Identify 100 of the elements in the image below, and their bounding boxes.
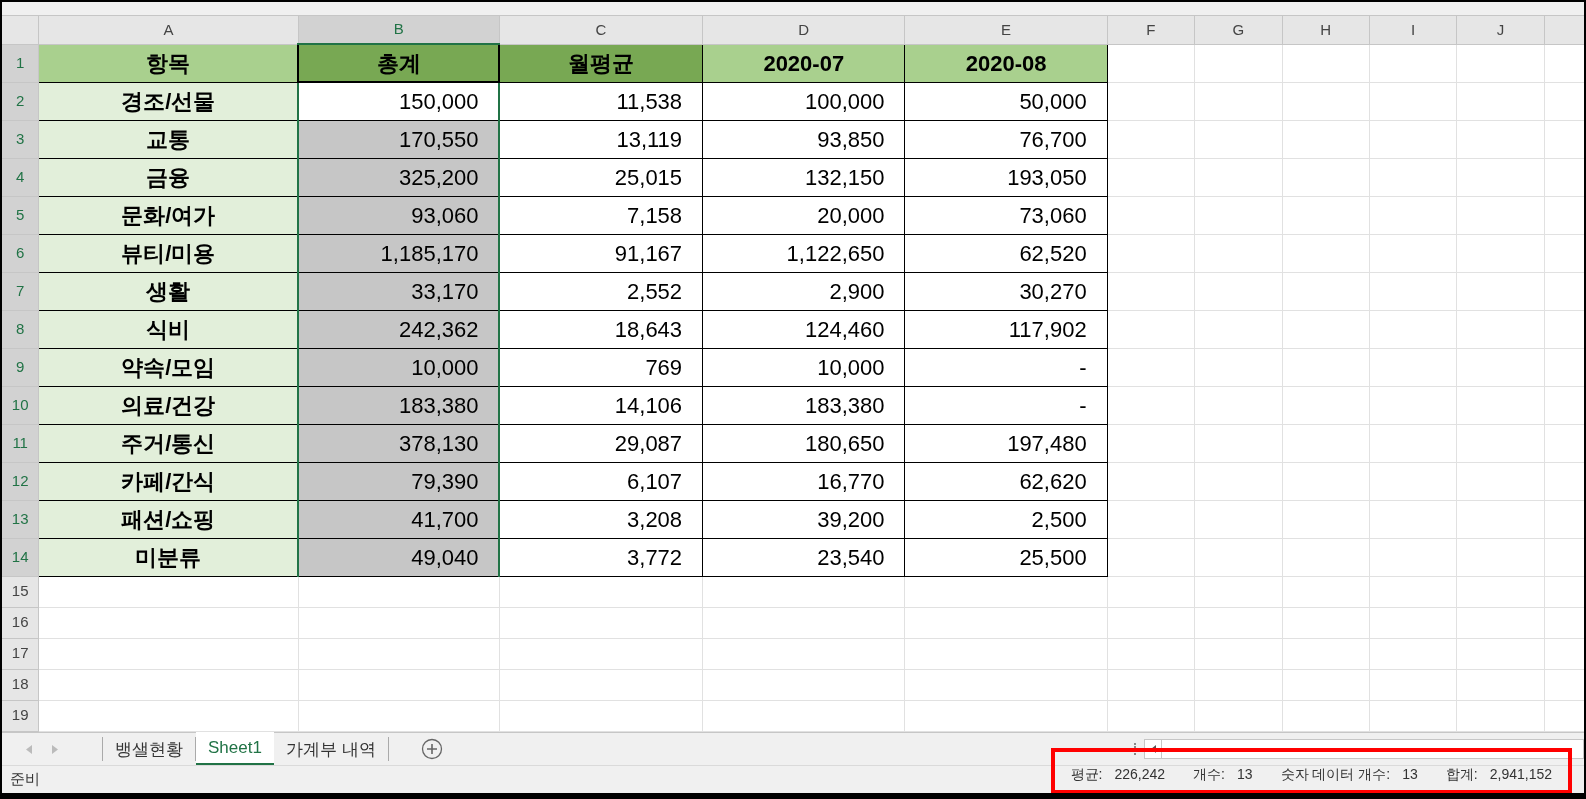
value-cell: 3,772 bbox=[499, 538, 703, 576]
column-header[interactable]: F bbox=[1107, 16, 1195, 44]
category-cell: 생활 bbox=[38, 272, 299, 310]
value-cell: 183,380 bbox=[702, 386, 905, 424]
value-cell: 124,460 bbox=[702, 310, 905, 348]
category-cell: 뷰티/미용 bbox=[38, 234, 299, 272]
stat-label: 개수: bbox=[1193, 764, 1225, 784]
sheet-tab[interactable]: 가계부 내역 bbox=[273, 737, 389, 761]
value-cell: 325,200 bbox=[298, 158, 500, 196]
value-cell: 91,167 bbox=[499, 234, 703, 272]
row-number[interactable]: 7 bbox=[2, 272, 39, 310]
row-number[interactable]: 2 bbox=[2, 82, 39, 120]
column-header[interactable]: C bbox=[499, 16, 703, 44]
value-cell: 30,270 bbox=[904, 272, 1108, 310]
value-cell: 29,087 bbox=[499, 424, 703, 462]
stat-value: 2,941,152 bbox=[1489, 764, 1552, 784]
status-mode: 준비 bbox=[10, 769, 40, 790]
row-number[interactable]: 11 bbox=[2, 424, 39, 462]
value-cell: 23,540 bbox=[702, 538, 905, 576]
column-header[interactable]: I bbox=[1369, 16, 1457, 44]
value-cell: 14,106 bbox=[499, 386, 703, 424]
stat-value: 226,242 bbox=[1114, 764, 1166, 784]
value-cell: 93,060 bbox=[298, 196, 500, 234]
value-cell: 170,550 bbox=[298, 120, 500, 158]
header-cell: 2020-07 bbox=[702, 44, 905, 82]
value-cell: 242,362 bbox=[298, 310, 500, 348]
row-number[interactable]: 13 bbox=[2, 500, 39, 538]
column-header[interactable]: G bbox=[1194, 16, 1282, 44]
value-cell: 18,643 bbox=[499, 310, 703, 348]
value-cell: - bbox=[904, 386, 1108, 424]
value-cell: 25,500 bbox=[904, 538, 1108, 576]
category-cell: 약속/모임 bbox=[38, 348, 299, 386]
row-number[interactable]: 3 bbox=[2, 120, 39, 158]
stat-value: 13 bbox=[1402, 764, 1418, 784]
value-cell: 132,150 bbox=[702, 158, 905, 196]
row-number[interactable]: 12 bbox=[2, 462, 39, 500]
row-number[interactable]: 8 bbox=[2, 310, 39, 348]
value-cell: 180,650 bbox=[702, 424, 905, 462]
column-header[interactable]: J bbox=[1456, 16, 1545, 44]
row-number[interactable]: 16 bbox=[2, 607, 39, 638]
stat-value: 13 bbox=[1237, 764, 1253, 784]
category-cell: 카페/간식 bbox=[38, 462, 299, 500]
value-cell: 2,500 bbox=[904, 500, 1108, 538]
sheet-tab[interactable]: Sheet1 bbox=[196, 732, 274, 765]
value-cell: 2,900 bbox=[702, 272, 905, 310]
value-cell: 150,000 bbox=[298, 82, 500, 120]
row-number[interactable]: 15 bbox=[2, 576, 39, 607]
column-header[interactable]: D bbox=[702, 16, 905, 44]
value-cell: 1,122,650 bbox=[702, 234, 905, 272]
stat-label: 합계: bbox=[1445, 764, 1478, 784]
stat-label: 숫자 데이터 개수: bbox=[1280, 764, 1391, 784]
value-cell: 73,060 bbox=[904, 196, 1108, 234]
category-cell: 패션/쇼핑 bbox=[38, 500, 299, 538]
row-number[interactable]: 17 bbox=[2, 638, 39, 669]
row-number[interactable]: 4 bbox=[2, 158, 39, 196]
value-cell: 25,015 bbox=[499, 158, 703, 196]
header-cell: 항목 bbox=[38, 44, 299, 82]
row-number[interactable]: 14 bbox=[2, 538, 39, 576]
row-number[interactable]: 5 bbox=[2, 196, 39, 234]
value-cell: 93,850 bbox=[702, 120, 905, 158]
splitter-handle-icon[interactable] bbox=[1134, 743, 1136, 755]
header-cell: 2020-08 bbox=[904, 44, 1108, 82]
value-cell: 50,000 bbox=[904, 82, 1108, 120]
value-cell: 7,158 bbox=[499, 196, 703, 234]
column-header[interactable]: A bbox=[38, 16, 299, 44]
category-cell: 문화/여가 bbox=[38, 196, 299, 234]
row-number[interactable]: 6 bbox=[2, 234, 39, 272]
add-sheet-icon[interactable] bbox=[420, 738, 443, 760]
value-cell: 76,700 bbox=[904, 120, 1108, 158]
category-cell: 경조/선물 bbox=[38, 82, 299, 120]
value-cell: 49,040 bbox=[298, 538, 500, 576]
value-cell: 3,208 bbox=[499, 500, 703, 538]
value-cell: 62,520 bbox=[904, 234, 1108, 272]
column-header[interactable]: E bbox=[904, 16, 1108, 44]
value-cell: 16,770 bbox=[702, 462, 905, 500]
value-cell: 769 bbox=[499, 348, 703, 386]
value-cell: 193,050 bbox=[904, 158, 1108, 196]
value-cell: 6,107 bbox=[499, 462, 703, 500]
header-cell: 월평균 bbox=[499, 44, 703, 82]
value-cell: 100,000 bbox=[702, 82, 905, 120]
value-cell: 41,700 bbox=[298, 500, 500, 538]
row-number[interactable]: 19 bbox=[2, 700, 39, 731]
value-cell: 79,390 bbox=[298, 462, 500, 500]
row-number[interactable]: 9 bbox=[2, 348, 39, 386]
value-cell: 117,902 bbox=[904, 310, 1108, 348]
value-cell: 10,000 bbox=[702, 348, 905, 386]
row-number[interactable]: 10 bbox=[2, 386, 39, 424]
row-number[interactable]: 18 bbox=[2, 669, 39, 700]
value-cell: 197,480 bbox=[904, 424, 1108, 462]
value-cell: 13,119 bbox=[499, 120, 703, 158]
category-cell: 미분류 bbox=[38, 538, 299, 576]
value-cell: 1,185,170 bbox=[298, 234, 500, 272]
column-header[interactable]: B bbox=[298, 16, 500, 44]
category-cell: 의료/건강 bbox=[38, 386, 299, 424]
category-cell: 식비 bbox=[38, 310, 299, 348]
row-number[interactable]: 1 bbox=[2, 44, 39, 82]
value-cell: 62,620 bbox=[904, 462, 1108, 500]
value-cell: 10,000 bbox=[298, 348, 500, 386]
value-cell: 378,130 bbox=[298, 424, 500, 462]
column-header[interactable]: H bbox=[1282, 16, 1370, 44]
